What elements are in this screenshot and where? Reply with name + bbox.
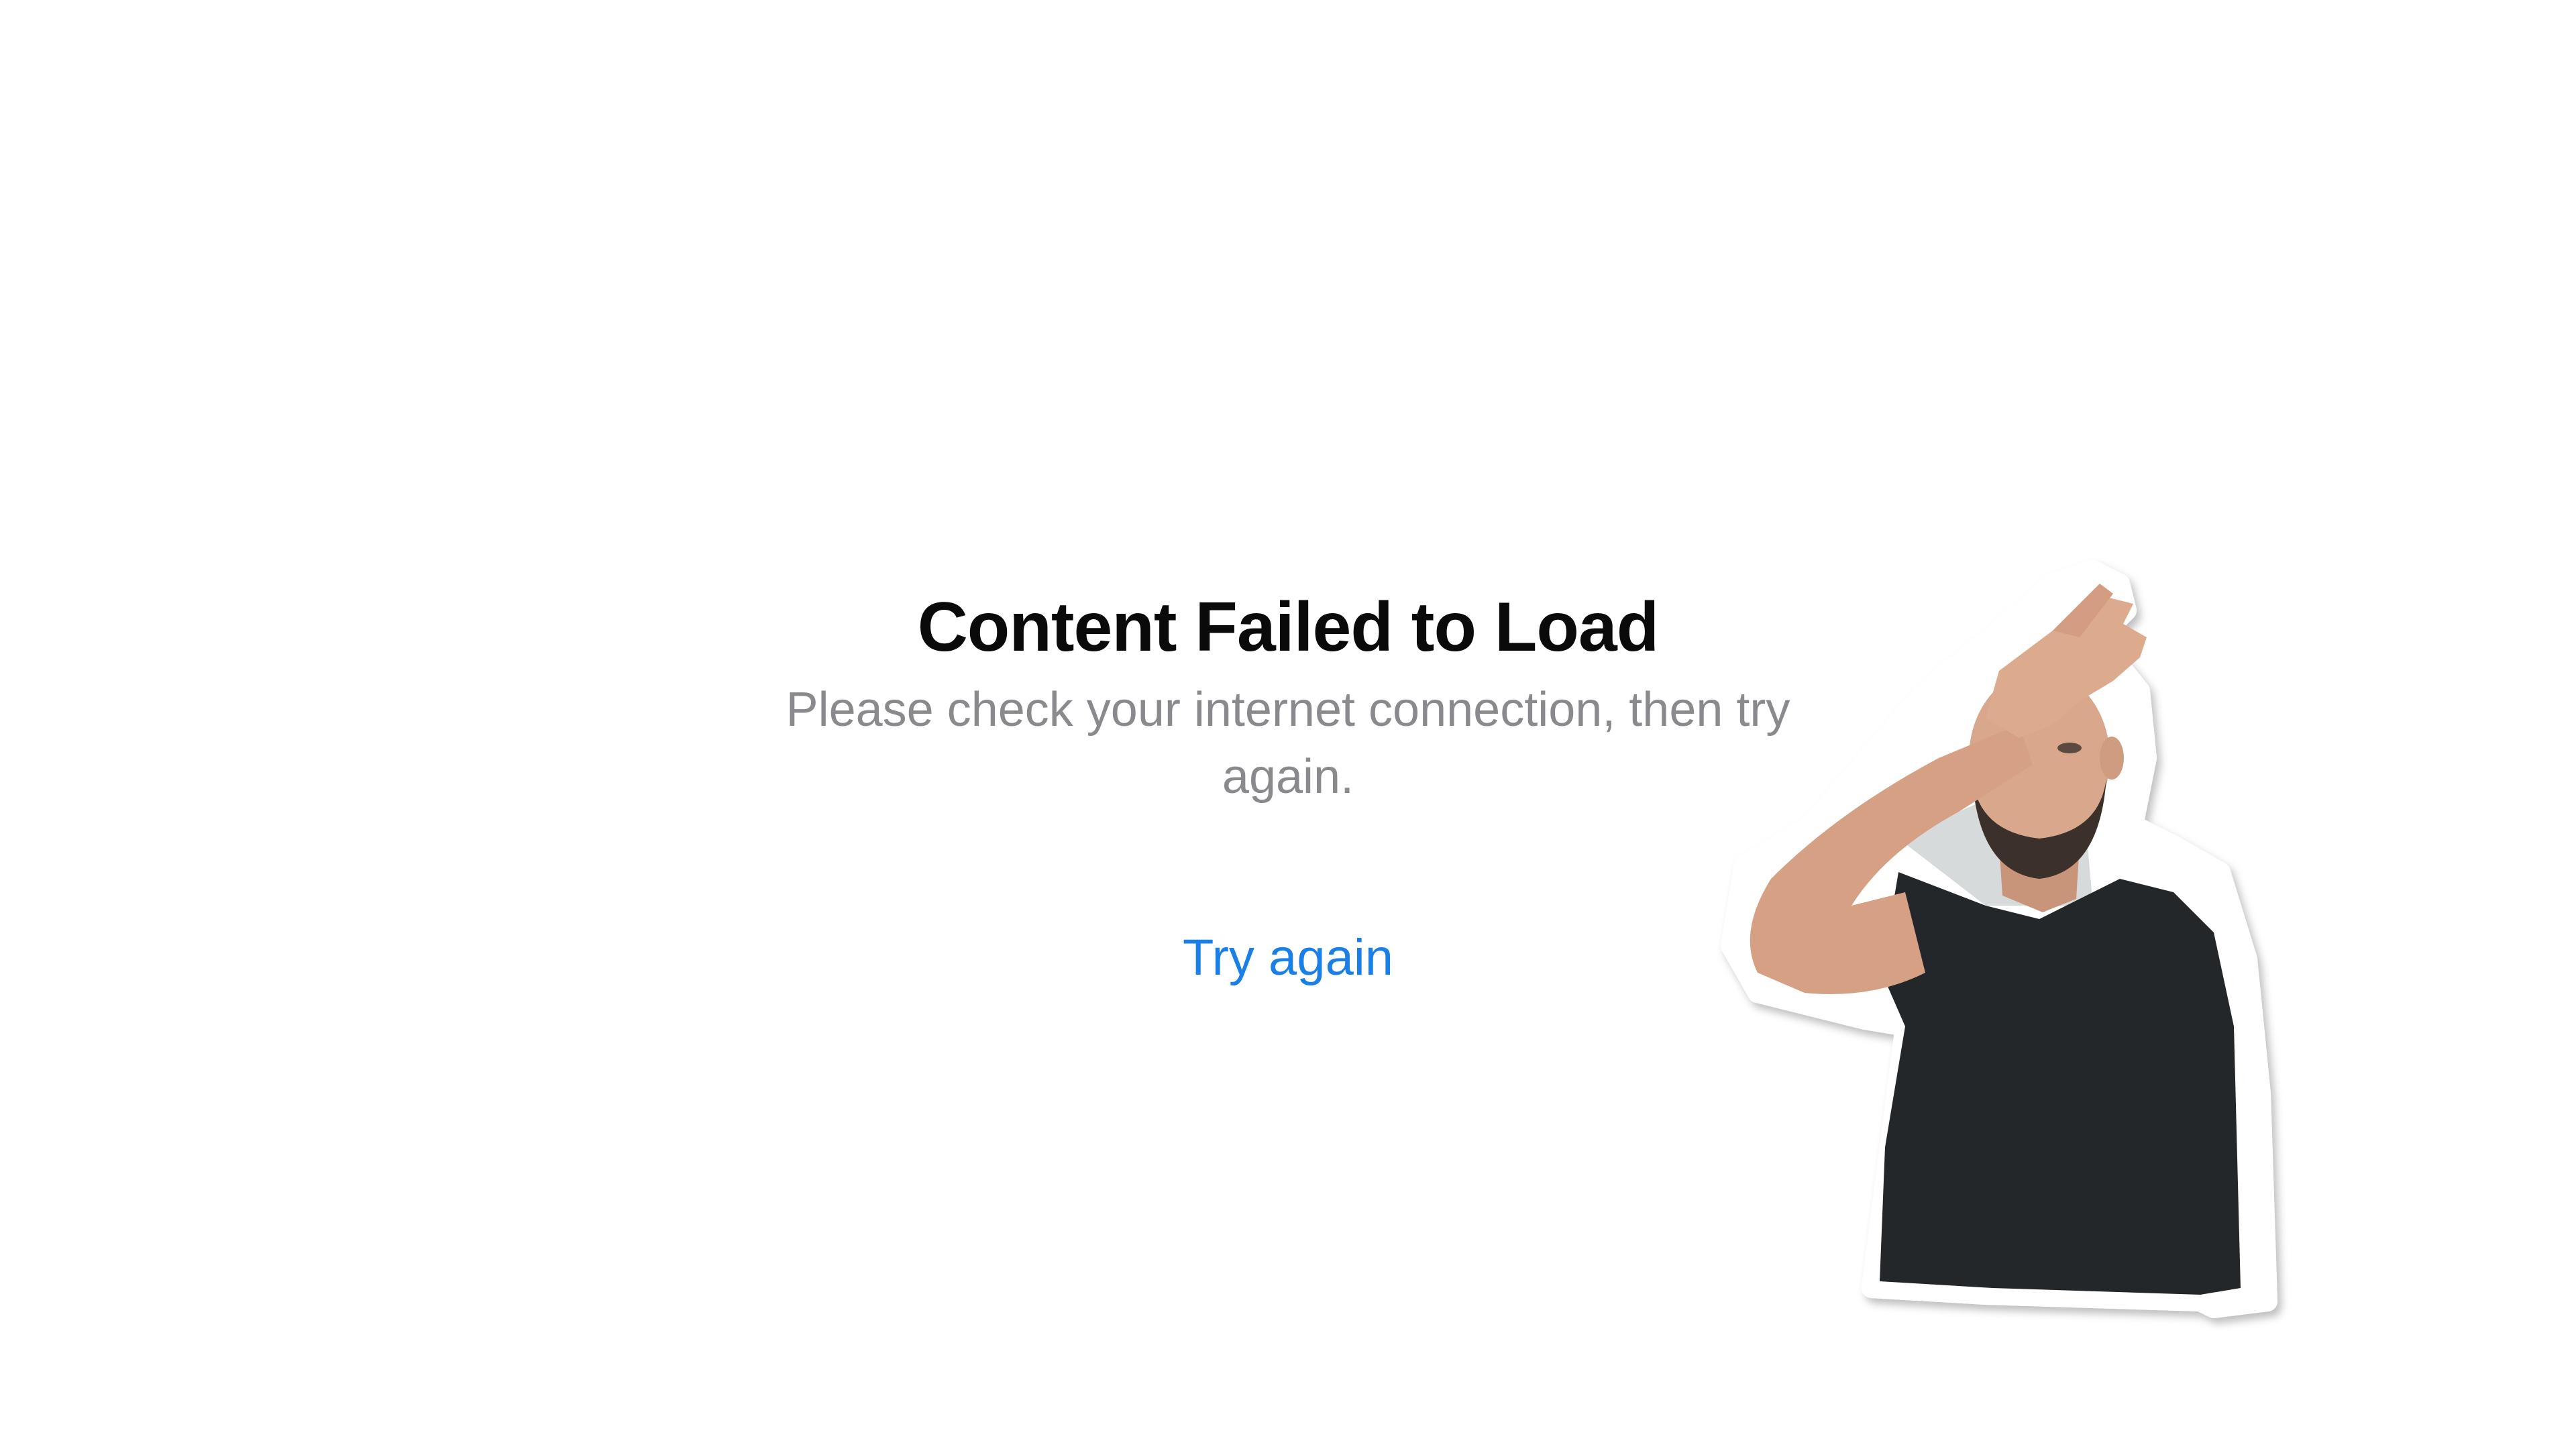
- try-again-button[interactable]: Try again: [1183, 924, 1393, 991]
- facepalm-person-sticker: [1721, 560, 2277, 1318]
- error-title: Content Failed to Load: [917, 588, 1660, 666]
- error-description: Please check your internet connection, t…: [786, 683, 1790, 804]
- error-message-block: Content Failed to Load Please check your…: [751, 584, 1825, 991]
- error-page: Content Failed to Load Please check your…: [0, 0, 2576, 1449]
